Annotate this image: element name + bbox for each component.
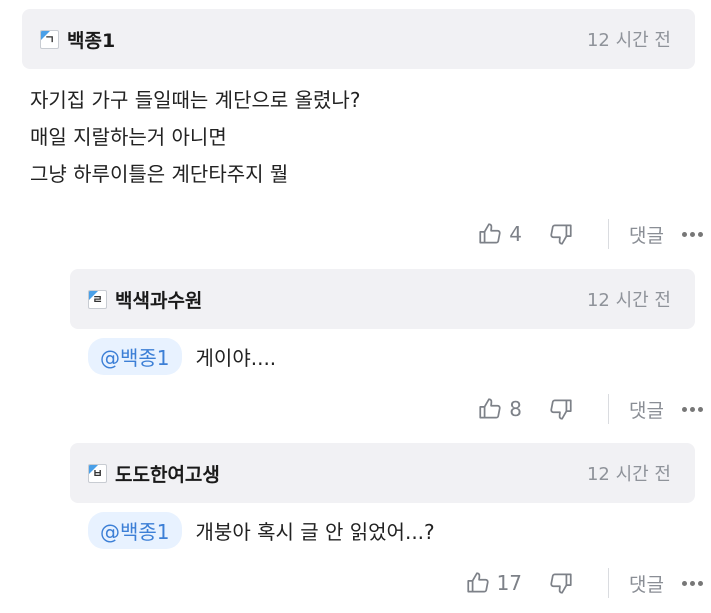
dislike-button[interactable] <box>548 396 574 422</box>
timestamp: 12 시간 전 <box>586 30 671 51</box>
comment-line: 자기집 가구 들일때는 계단으로 올렸나? <box>30 88 361 112</box>
comment-text: 게이야.... <box>195 346 277 370</box>
reply-button[interactable]: 댓글 <box>629 221 664 248</box>
mention-tag[interactable]: @백종1 <box>88 338 182 375</box>
comment-body: @백종1 개붕아 혹시 글 안 읽었어...? <box>88 512 435 549</box>
reply-button[interactable]: 댓글 <box>629 396 664 423</box>
thumbs-up-icon <box>479 398 501 419</box>
comment-header: ㄱ 백종1 12 시간 전 <box>22 9 695 69</box>
comment-body: 자기집 가구 들일때는 계단으로 올렸나? 매일 지랄하는거 아니면 그냥 하루… <box>30 82 360 193</box>
user-level-icon: ㄹ <box>88 289 107 309</box>
more-icon[interactable] <box>682 406 703 412</box>
author-name[interactable]: 백색과수원 <box>115 286 202 313</box>
comment-text: 개붕아 혹시 글 안 읽었어...? <box>195 520 435 544</box>
thumbs-up-icon <box>466 572 489 593</box>
more-icon[interactable] <box>682 231 703 237</box>
dislike-button[interactable] <box>548 221 574 247</box>
comment-header: ㅂ 도도한여고생 12 시간 전 <box>70 443 695 503</box>
comment-line: 매일 지랄하는거 아니면 <box>30 125 227 149</box>
comment-actions: 17 댓글 <box>465 563 711 603</box>
divider <box>608 568 610 598</box>
like-count: 4 <box>509 222 523 246</box>
timestamp: 12 시간 전 <box>586 290 671 311</box>
comment-body: @백종1 게이야.... <box>88 338 276 375</box>
comment-header: ㄹ 백색과수원 12 시간 전 <box>70 269 695 329</box>
thumbs-up-icon <box>479 223 501 244</box>
like-count: 8 <box>509 397 523 421</box>
like-button[interactable]: 8 <box>477 396 522 422</box>
thumbs-down-icon <box>550 399 572 420</box>
user-level-icon: ㄱ <box>40 29 59 49</box>
more-icon[interactable] <box>682 580 703 586</box>
author-name[interactable]: 도도한여고생 <box>115 460 220 487</box>
timestamp: 12 시간 전 <box>586 464 671 485</box>
user-level-icon: ㅂ <box>88 463 107 483</box>
author-name[interactable]: 백종1 <box>67 26 115 53</box>
divider <box>608 219 610 249</box>
comment-line: 그냥 하루이틀은 계단타주지 뭘 <box>30 162 289 186</box>
like-button[interactable]: 17 <box>465 570 522 596</box>
dislike-button[interactable] <box>548 570 574 596</box>
mention-tag[interactable]: @백종1 <box>88 512 182 549</box>
like-count: 17 <box>496 571 523 595</box>
thumbs-down-icon <box>550 573 572 594</box>
like-button[interactable]: 4 <box>477 221 522 247</box>
thumbs-down-icon <box>550 224 572 245</box>
comment-actions: 8 댓글 <box>477 389 711 429</box>
divider <box>608 394 610 424</box>
comment-actions: 4 댓글 <box>477 214 711 254</box>
reply-button[interactable]: 댓글 <box>629 570 664 597</box>
